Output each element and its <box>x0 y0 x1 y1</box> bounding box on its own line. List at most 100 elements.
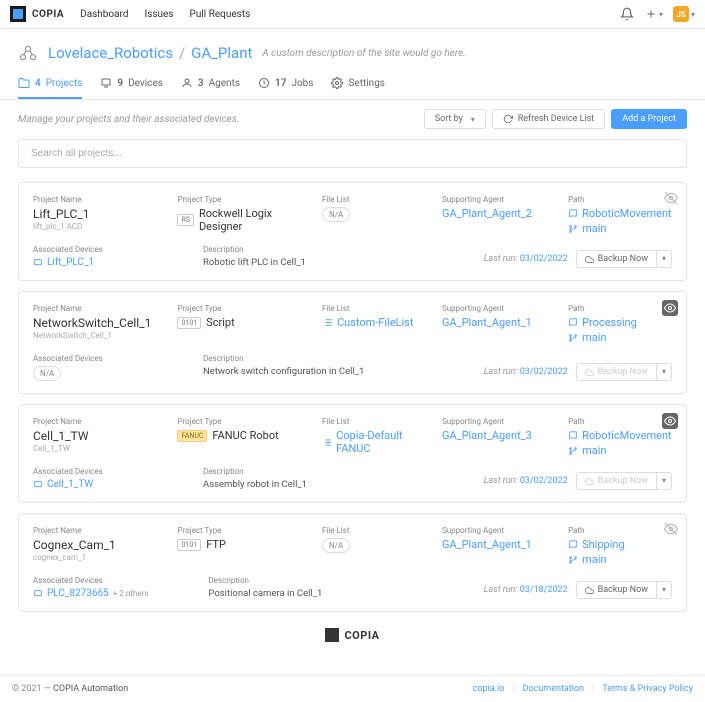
project-name: Cognex_Cam_1 <box>33 538 167 552</box>
project-description: Positional camera in Cell_1 <box>208 588 322 599</box>
label-path: Path <box>568 195 672 204</box>
supporting-agent-link[interactable]: GA_Plant_Agent_2 <box>442 207 558 220</box>
associated-device-link[interactable]: PLC_8273665 + 2 others <box>33 588 148 599</box>
chevron-down-icon: ▾ <box>691 10 695 19</box>
notifications-icon[interactable] <box>619 6 635 22</box>
nav-issues[interactable]: Issues <box>145 9 174 20</box>
clock-icon <box>258 77 270 89</box>
last-run: Last run: 03/02/2022 <box>484 367 568 377</box>
branch-icon <box>568 446 578 456</box>
agent-icon <box>181 77 193 89</box>
nav-pull-requests[interactable]: Pull Requests <box>190 9 251 20</box>
path-branch-link[interactable]: main <box>582 222 606 235</box>
copyright: © 2021 — COPIA Automation <box>12 684 128 694</box>
tab-settings[interactable]: Settings <box>331 77 385 99</box>
device-icon <box>33 480 43 490</box>
path-branch-link[interactable]: main <box>582 444 606 457</box>
refresh-button[interactable]: Refresh Device List <box>492 109 606 129</box>
branch-icon <box>568 333 578 343</box>
gear-icon <box>331 77 343 89</box>
associated-extra: + 2 others <box>113 589 149 598</box>
sort-by-select[interactable]: Sort by ▾ <box>424 109 486 129</box>
visibility-icon[interactable] <box>662 413 678 429</box>
cloud-icon <box>585 368 594 377</box>
project-id: lift_plc_1 ACD <box>33 222 167 231</box>
path-repo-link[interactable]: Processing <box>582 316 637 329</box>
project-name: Lift_PLC_1 <box>33 207 167 221</box>
tab-agents[interactable]: 3 Agents <box>181 77 240 99</box>
repo-icon <box>568 318 578 328</box>
breadcrumb: Lovelace_Robotics / GA_Plant <box>48 44 252 62</box>
add-menu[interactable]: ▾ <box>645 8 663 20</box>
search-input[interactable] <box>18 139 687 168</box>
list-icon <box>322 317 333 328</box>
footer-logo: COPIA <box>325 628 379 642</box>
project-type: Script <box>206 316 234 329</box>
file-list-na: N/A <box>322 538 350 553</box>
backup-options-button[interactable]: ▾ <box>657 472 672 490</box>
supporting-agent-link[interactable]: GA_Plant_Agent_1 <box>442 538 558 551</box>
logo-icon <box>325 628 339 642</box>
visibility-icon[interactable] <box>664 191 678 205</box>
device-icon <box>33 258 43 268</box>
tab-projects[interactable]: 4 Projects <box>18 77 82 99</box>
project-type: Rockwell Logix Designer <box>199 207 312 233</box>
footer-link-docs[interactable]: Documentation <box>523 684 584 694</box>
breadcrumb-site[interactable]: GA_Plant <box>191 44 252 62</box>
backup-options-button[interactable]: ▾ <box>657 363 672 381</box>
path-repo-link[interactable]: RoboticMovement <box>582 207 672 220</box>
project-id: NetworkSwitch_Cell_1 <box>33 331 167 340</box>
logo-icon <box>10 6 26 22</box>
type-badge: 0101 <box>177 539 201 551</box>
backup-now-button[interactable]: Backup Now <box>576 250 657 268</box>
type-badge: FANUC <box>177 430 207 442</box>
project-card: Project Name Lift_PLC_1 lift_plc_1 ACD P… <box>18 182 687 281</box>
path-repo-link[interactable]: RoboticMovement <box>582 429 672 442</box>
chevron-down-icon: ▾ <box>471 115 475 124</box>
path-branch-link[interactable]: main <box>582 553 606 566</box>
file-list-na: N/A <box>322 207 350 222</box>
supporting-agent-link[interactable]: GA_Plant_Agent_1 <box>442 316 558 329</box>
backup-now-button[interactable]: Backup Now <box>576 581 657 599</box>
repo-icon <box>568 540 578 550</box>
project-card: Project Name NetworkSwitch_Cell_1 Networ… <box>18 291 687 394</box>
file-list-link[interactable]: Custom-FileList <box>337 316 414 329</box>
cloud-icon <box>585 586 594 595</box>
user-menu[interactable]: JS ▾ <box>673 6 695 22</box>
file-list-link[interactable]: Copia-Default FANUC <box>336 429 432 455</box>
label-associated-devices: Associated Devices <box>33 245 143 254</box>
backup-now-button: Backup Now <box>576 472 657 490</box>
breadcrumb-sep: / <box>179 44 185 62</box>
supporting-agent-link[interactable]: GA_Plant_Agent_3 <box>442 429 558 442</box>
path-branch-link[interactable]: main <box>582 331 606 344</box>
footer-link-terms[interactable]: Terms & Privacy Policy <box>602 684 693 694</box>
backup-options-button[interactable]: ▾ <box>657 581 672 599</box>
repo-icon <box>568 431 578 441</box>
backup-options-button[interactable]: ▾ <box>657 250 672 268</box>
visibility-icon[interactable] <box>662 300 678 316</box>
associated-device-link[interactable]: Cell_1_TW <box>33 479 143 490</box>
tab-devices[interactable]: 9 Devices <box>100 77 163 99</box>
chevron-down-icon: ▾ <box>659 10 663 19</box>
cloud-icon <box>585 255 594 264</box>
backup-now-button: Backup Now <box>576 363 657 381</box>
footer-link-copia[interactable]: copia.io <box>473 684 505 694</box>
associated-device-link[interactable]: Lift_PLC_1 <box>33 257 143 268</box>
folder-icon <box>18 77 30 89</box>
project-type: FTP <box>206 538 226 551</box>
tab-jobs[interactable]: 17 Jobs <box>258 77 313 99</box>
project-name: NetworkSwitch_Cell_1 <box>33 316 167 330</box>
project-description: Network switch configuration in Cell_1 <box>203 366 364 377</box>
breadcrumb-org[interactable]: Lovelace_Robotics <box>48 44 173 62</box>
project-id: cognex_cam_1 <box>33 553 167 562</box>
project-name: Cell_1_TW <box>33 429 167 443</box>
cloud-icon <box>585 477 594 486</box>
add-project-button[interactable]: Add a Project <box>611 109 687 129</box>
label-supporting-agent: Supporting Agent <box>442 195 558 204</box>
logo[interactable]: COPIA <box>10 6 64 22</box>
path-repo-link[interactable]: Shipping <box>582 538 625 551</box>
nav-dashboard[interactable]: Dashboard <box>80 9 128 20</box>
visibility-icon[interactable] <box>664 522 678 536</box>
label-project-type: Project Type <box>177 195 311 204</box>
branch-icon <box>568 224 578 234</box>
